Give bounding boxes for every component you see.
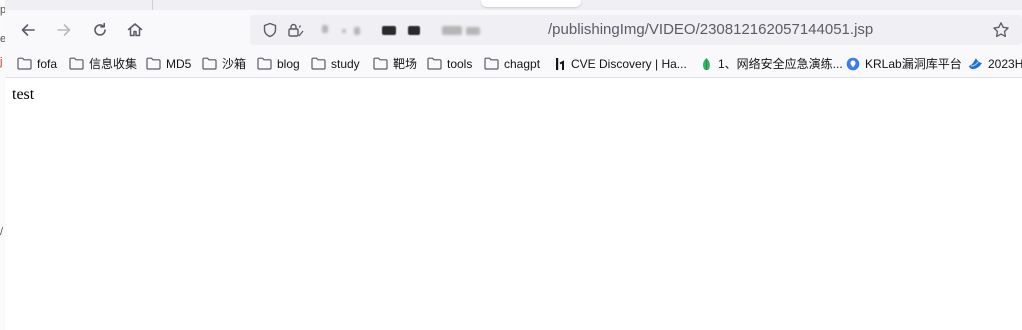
page-body-text: test (12, 86, 35, 103)
bookmark-info-gathering[interactable]: 信息收集 (69, 54, 137, 73)
folder-icon (427, 57, 442, 70)
arrow-left-icon (21, 24, 35, 36)
active-tab[interactable] (481, 0, 581, 7)
bookmark-sandbox[interactable]: 沙箱 (202, 54, 246, 73)
bookmark-label: MD5 (166, 56, 192, 71)
folder-icon (373, 57, 388, 70)
folder-icon (484, 57, 499, 70)
arrow-right-icon (57, 24, 71, 36)
url-text[interactable]: /publishingImg/VIDEO/230812162057144051.… (322, 21, 873, 39)
folder-icon (311, 57, 326, 70)
home-button[interactable] (121, 16, 149, 44)
h1-logo-icon (555, 57, 566, 71)
redacted-host (322, 21, 548, 39)
star-icon[interactable] (992, 21, 1010, 39)
bookmark-label: 1、网络安全应急演练... (718, 57, 843, 71)
bookmark-blog[interactable]: blog (257, 54, 300, 73)
bookmark-label: 2023H (988, 56, 1022, 71)
bookmark-label: chagpt (504, 56, 541, 71)
bookmark-label: fofa (37, 56, 58, 71)
krlab-favicon-icon (846, 57, 860, 71)
home-icon (127, 23, 143, 37)
page-content: test (5, 78, 1022, 330)
bookmark-tools[interactable]: tools (427, 54, 472, 73)
bookmark-label: blog (277, 56, 300, 71)
address-bar[interactable]: /publishingImg/VIDEO/230812162057144051.… (250, 15, 1022, 45)
bookmark-label: tools (447, 56, 473, 71)
folder-icon (17, 57, 32, 70)
bookmark-fofa[interactable]: fofa (17, 54, 57, 73)
lock-icon[interactable] (287, 22, 305, 38)
reload-icon (94, 22, 106, 36)
bookmark-label: study (331, 56, 360, 71)
bookmark-2023h[interactable]: 2023H (968, 54, 1022, 73)
blue-favicon-icon (968, 57, 983, 70)
folder-icon (69, 57, 84, 70)
bookmark-label: 信息收集 (89, 57, 138, 71)
back-button[interactable] (14, 16, 42, 44)
bookmark-chagpt[interactable]: chagpt (484, 54, 540, 73)
tab-separator (152, 0, 153, 10)
reload-button[interactable] (86, 16, 114, 44)
folder-icon (257, 57, 272, 70)
bookmarks-toolbar: fofa 信息收集 MD5 沙箱 blog study 靶场 tools cha… (5, 50, 1022, 78)
bookmark-cve-discovery[interactable]: CVE Discovery | Ha... (555, 54, 687, 73)
bookmark-label: KRLab漏洞库平台 (865, 57, 962, 71)
folder-icon (146, 57, 161, 70)
folder-icon (202, 57, 217, 70)
bookmark-label: CVE Discovery | Ha... (571, 56, 687, 71)
bookmark-emergency-drill[interactable]: 1、网络安全应急演练... (700, 54, 843, 73)
background-window-char: j (0, 56, 3, 68)
background-window-char: / (0, 226, 4, 238)
shield-icon[interactable] (262, 22, 278, 38)
bookmark-range[interactable]: 靶场 (373, 54, 417, 73)
bookmark-label: 沙箱 (222, 57, 247, 71)
bookmark-label: 靶场 (393, 57, 418, 71)
bookmark-md5[interactable]: MD5 (146, 54, 191, 73)
bookmark-study[interactable]: study (311, 54, 360, 73)
navigation-toolbar: /publishingImg/VIDEO/230812162057144051.… (5, 10, 1022, 50)
leaf-favicon-icon (700, 57, 713, 71)
bookmark-krlab[interactable]: KRLab漏洞库平台 (846, 54, 962, 73)
forward-button[interactable] (50, 16, 78, 44)
url-path: /publishingImg/VIDEO/230812162057144051.… (548, 21, 874, 38)
tab-strip (5, 0, 1022, 10)
